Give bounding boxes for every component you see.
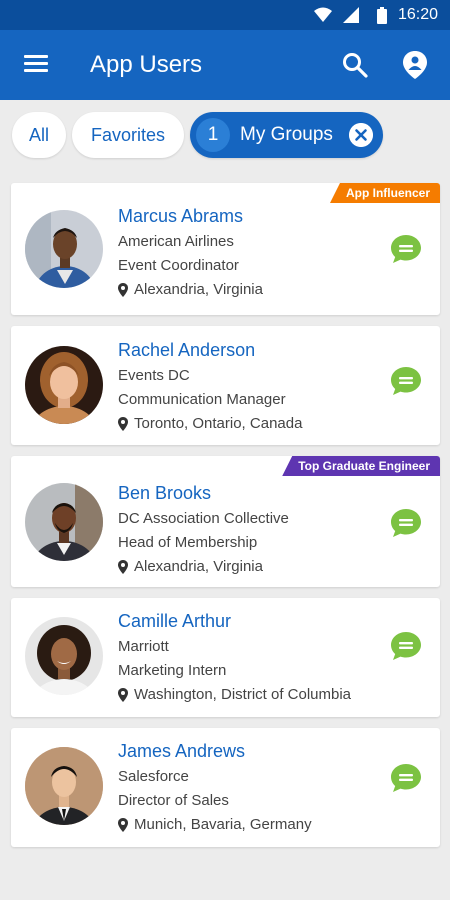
user-location: Alexandria, Virginia (134, 281, 263, 298)
user-location: Alexandria, Virginia (134, 558, 263, 575)
user-badge: Top Graduate Engineer (282, 456, 440, 476)
user-role: Marketing Intern (118, 662, 227, 679)
battery-icon (377, 7, 387, 24)
avatar (25, 483, 103, 561)
avatar (25, 617, 103, 695)
chat-icon[interactable] (390, 508, 422, 538)
user-badge: App Influencer (329, 183, 440, 203)
user-company: American Airlines (118, 233, 234, 250)
user-role: Event Coordinator (118, 257, 239, 274)
chat-icon[interactable] (390, 234, 422, 264)
user-card[interactable]: Rachel Anderson Events DC Communication … (11, 326, 440, 445)
avatar (25, 747, 103, 825)
filter-all-label: All (28, 124, 49, 145)
user-company: Salesforce (118, 768, 189, 785)
user-company: Events DC (118, 367, 190, 384)
user-name[interactable]: Marcus Abrams (118, 205, 263, 227)
user-card[interactable]: Camille Arthur Marriott Marketing Intern… (11, 598, 440, 717)
clear-filter-icon[interactable] (349, 123, 373, 147)
user-company: DC Association Collective (118, 510, 289, 527)
signal-icon (343, 7, 359, 23)
status-bar: 16:20 (0, 0, 450, 30)
status-time: 16:20 (397, 6, 438, 23)
page-title: App Users (90, 51, 203, 78)
search-icon[interactable] (342, 52, 368, 78)
location-icon (118, 560, 128, 574)
avatar (25, 210, 103, 288)
user-name[interactable]: Ben Brooks (118, 482, 289, 504)
chat-icon[interactable] (390, 763, 422, 793)
filter-favorites-chip[interactable]: Favorites (72, 112, 184, 158)
filter-favorites-label: Favorites (90, 124, 166, 145)
user-role: Head of Membership (118, 534, 258, 551)
user-name[interactable]: Camille Arthur (118, 610, 351, 632)
wifi-icon (314, 7, 332, 22)
location-icon (118, 688, 128, 702)
user-card[interactable]: James Andrews Salesforce Director of Sal… (11, 728, 440, 847)
location-pin-icon[interactable] (402, 50, 428, 80)
location-icon (118, 283, 128, 297)
chat-icon[interactable] (390, 366, 422, 396)
app-bar: App Users (0, 30, 450, 100)
user-location: Washington, District of Columbia (134, 686, 352, 703)
avatar (25, 346, 103, 424)
user-role: Communication Manager (118, 391, 286, 408)
groups-count-badge: 1 (196, 118, 230, 152)
location-icon (118, 417, 128, 431)
user-name[interactable]: James Andrews (118, 740, 312, 762)
location-icon (118, 818, 128, 832)
user-card[interactable]: App Influencer Marcus Abrams American Ai… (11, 183, 440, 315)
user-role: Director of Sales (118, 792, 229, 809)
filter-my-groups-chip[interactable]: 1 My Groups (190, 112, 383, 158)
menu-icon[interactable] (24, 55, 48, 75)
filter-my-groups-label: My Groups (240, 124, 333, 145)
user-card[interactable]: Top Graduate Engineer Ben Brooks DC Asso… (11, 456, 440, 587)
user-location: Toronto, Ontario, Canada (134, 415, 303, 432)
user-location: Munich, Bavaria, Germany (134, 816, 312, 833)
user-name[interactable]: Rachel Anderson (118, 339, 302, 361)
filter-all-chip[interactable]: All (12, 112, 66, 158)
filter-bar: All Favorites 1 My Groups (0, 112, 450, 160)
chat-icon[interactable] (390, 631, 422, 661)
user-company: Marriott (118, 638, 169, 655)
